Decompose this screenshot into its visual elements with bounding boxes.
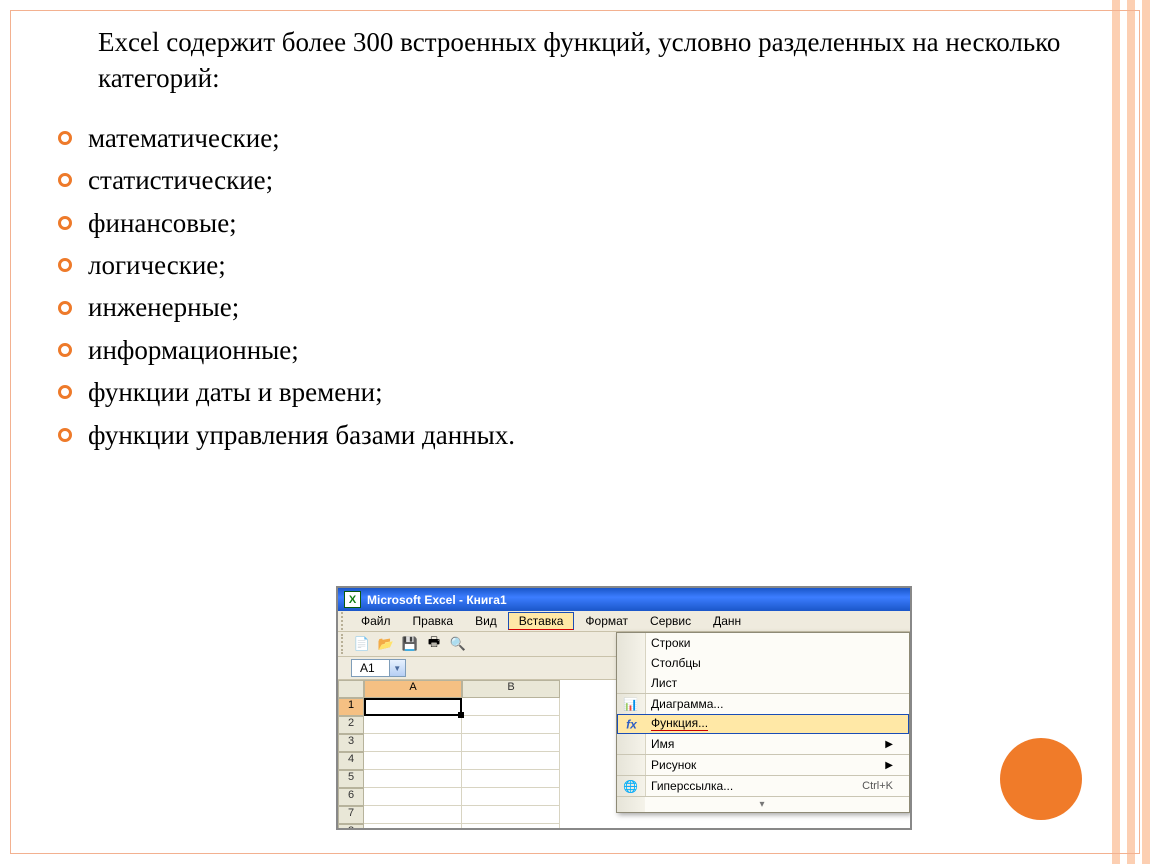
row-header[interactable]: 4 [338,752,364,770]
insert-dropdown: Строки Столбцы Лист 📊 Диаграмма... fx Фу… [616,632,910,813]
list-item-label: статистические; [88,159,273,201]
list-item-label: функции управления базами данных. [88,414,515,456]
name-box-value: A1 [360,661,375,675]
open-icon[interactable]: 📂 [376,634,396,654]
menu-format[interactable]: Формат [574,612,639,630]
list-item-label: математические; [88,117,280,159]
list-item: финансовые; [58,202,1070,244]
row-header[interactable]: 7 [338,806,364,824]
decor-right-bars [1105,0,1150,864]
chart-icon: 📊 [622,696,639,713]
list-item: информационные; [58,329,1070,371]
list-item: инженерные; [58,286,1070,328]
fill-handle-icon[interactable] [458,712,464,718]
toolbar-handle-icon [341,634,346,654]
shortcut-text: Ctrl+K [862,780,893,792]
menu-insert[interactable]: Вставка [508,612,575,630]
heading-text: Excel содержит более 300 встроенных функ… [98,24,1070,97]
list-item: функции управления базами данных. [58,414,1070,456]
list-item-label: финансовые; [88,202,237,244]
bullet-icon [58,258,72,272]
menu-item-picture[interactable]: Рисунок▶ [617,754,909,775]
menu-data[interactable]: Данн [702,612,752,630]
list-item-label: информационные; [88,329,299,371]
bullet-icon [58,301,72,315]
menu-item-hyperlink[interactable]: 🌐 Гиперссылка... Ctrl+K [617,775,909,796]
excel-titlebar: X Microsoft Excel - Книга1 [338,588,910,611]
bullet-icon [58,216,72,230]
col-header-a[interactable]: A [364,680,462,698]
row-header[interactable]: 3 [338,734,364,752]
list-item-label: логические; [88,244,226,286]
new-doc-icon[interactable]: 📄 [352,634,372,654]
menu-expand-chevron-icon[interactable]: ▾ [617,796,909,812]
bullet-icon [58,428,72,442]
list-item: функции даты и времени; [58,371,1070,413]
menu-view[interactable]: Вид [464,612,508,630]
submenu-arrow-icon: ▶ [885,760,893,771]
bullet-icon [58,131,72,145]
toolbar-handle-icon [341,612,346,630]
cells-area[interactable] [364,698,560,830]
row-header[interactable]: 1 [338,698,364,716]
row-header[interactable]: 6 [338,788,364,806]
hyperlink-icon: 🌐 [622,778,639,795]
menu-item-columns[interactable]: Столбцы [617,653,909,673]
active-cell-outline [364,698,462,716]
dropdown-arrow-icon[interactable]: ▼ [389,660,405,676]
list-item: статистические; [58,159,1070,201]
menu-tools[interactable]: Сервис [639,612,702,630]
menu-item-rows[interactable]: Строки [617,633,909,653]
list-item: логические; [58,244,1070,286]
menu-file[interactable]: Файл [350,612,402,630]
print-preview-icon[interactable]: 🔍 [448,634,468,654]
submenu-arrow-icon: ▶ [885,739,893,750]
row-header[interactable]: 8 [338,824,364,830]
menu-edit[interactable]: Правка [402,612,465,630]
list-item: математические; [58,117,1070,159]
excel-screenshot: X Microsoft Excel - Книга1 Файл Правка В… [336,586,912,830]
excel-app-icon: X [344,591,361,608]
menu-item-chart[interactable]: 📊 Диаграмма... [617,693,909,714]
print-icon[interactable]: 🖶 [424,634,444,654]
excel-title-text: Microsoft Excel - Книга1 [367,593,507,607]
bullet-icon [58,343,72,357]
fx-icon: fx [623,716,640,733]
list-item-label: функции даты и времени; [88,371,383,413]
menu-item-name[interactable]: Имя▶ [617,734,909,754]
category-list: математические; статистические; финансов… [58,117,1070,456]
menu-item-sheet[interactable]: Лист [617,673,909,693]
menu-item-function[interactable]: fx Функция... [617,714,909,734]
excel-menubar: Файл Правка Вид Вставка Формат Сервис Да… [338,611,910,632]
bullet-icon [58,173,72,187]
save-icon[interactable]: 💾 [400,634,420,654]
row-header[interactable]: 5 [338,770,364,788]
col-header-b[interactable]: B [462,680,560,698]
decor-circle [1000,738,1082,820]
select-all-corner[interactable] [338,680,364,698]
bullet-icon [58,385,72,399]
name-box[interactable]: A1 ▼ [351,659,406,677]
row-header[interactable]: 2 [338,716,364,734]
list-item-label: инженерные; [88,286,239,328]
